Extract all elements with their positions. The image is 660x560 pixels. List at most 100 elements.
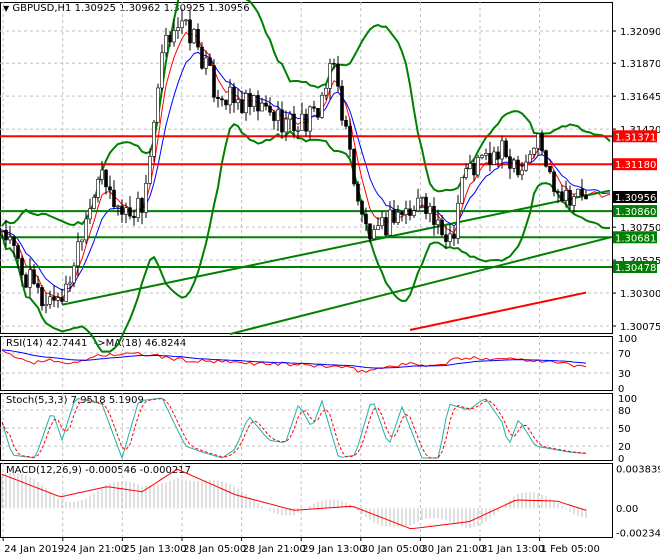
candle-body	[552, 171, 556, 192]
candle-body	[292, 113, 296, 132]
level-label: 1.30478	[615, 263, 656, 274]
chart-window: ▼ GBPUSD,H1 1.30925 1.30962 1.30925 1.30…	[0, 0, 660, 560]
candle-body	[104, 169, 108, 188]
candle-body	[244, 93, 248, 114]
candle-body	[36, 283, 40, 288]
candle-body	[392, 209, 396, 223]
price-chart[interactable]: 24 Jan 2019 24 Jan 21:0025 Jan 13:0028 Ja…	[0, 0, 660, 560]
stoch-tick-label: 100	[618, 394, 637, 405]
candle-body	[296, 130, 300, 132]
candle-body	[576, 188, 580, 197]
current-price-label: 1.30956	[615, 193, 656, 204]
candle-body	[496, 151, 500, 160]
candle-body	[60, 297, 64, 302]
candle-body	[208, 57, 212, 66]
candle-body	[152, 121, 156, 157]
candle-body	[4, 229, 8, 241]
candle-body	[128, 207, 132, 217]
candle-body	[204, 57, 208, 69]
candle-body	[548, 166, 552, 173]
candle-body	[460, 177, 464, 204]
candle-body	[480, 155, 484, 158]
candle-body	[456, 202, 460, 239]
x-tick-label: 24 Jan 2019	[4, 544, 64, 555]
candle-body	[448, 233, 452, 242]
candle-body	[232, 86, 236, 104]
candle-body	[584, 195, 588, 200]
candle-body	[160, 52, 164, 89]
candle-body	[168, 34, 172, 43]
candle-body	[304, 113, 308, 132]
candle-body	[400, 211, 404, 215]
candle-body	[580, 188, 584, 196]
candle-body	[264, 102, 268, 107]
candle-body	[124, 207, 128, 215]
candle-body	[360, 200, 364, 215]
candle-body	[180, 20, 184, 29]
candle-body	[224, 99, 228, 106]
x-tick-label: 30 Jan 05:00	[362, 544, 425, 555]
price-tick-label: 1.30075	[620, 322, 660, 333]
candle-body	[148, 156, 152, 184]
candle-body	[320, 94, 324, 118]
candle-body	[84, 218, 88, 241]
candle-body	[408, 208, 412, 216]
candle-body	[396, 211, 400, 223]
candle-body	[524, 161, 528, 171]
candle-body	[88, 208, 92, 220]
candle-body	[20, 258, 24, 276]
candle-body	[220, 98, 224, 101]
rsi-tick-label: 100	[618, 334, 637, 345]
candle-body	[48, 296, 52, 305]
price-tick-label: 1.32090	[620, 27, 660, 38]
candle-body	[452, 233, 456, 239]
candle-body	[364, 213, 368, 225]
candle-body	[256, 95, 260, 112]
candle-body	[468, 163, 472, 169]
candle-body	[240, 99, 244, 114]
candle-body	[536, 133, 540, 149]
candle-body	[288, 113, 292, 120]
x-tick-label: 30 Jan 21:00	[421, 544, 484, 555]
candle-body	[44, 303, 48, 307]
candle-body	[248, 93, 252, 108]
candle-body	[572, 196, 576, 206]
candle-body	[56, 297, 60, 301]
x-tick-label: 29 Jan 13:00	[302, 544, 365, 555]
candle-body	[420, 196, 424, 199]
ma-long	[409, 291, 587, 331]
candle-body	[272, 111, 276, 121]
candle-body	[16, 245, 20, 259]
candle-body	[528, 154, 532, 163]
candle-body	[68, 282, 72, 285]
level-label: 1.30681	[615, 233, 656, 244]
candle-body	[380, 217, 384, 227]
x-tick-label: 28 Jan 21:00	[243, 544, 306, 555]
candle-body	[324, 87, 328, 96]
candle-body	[276, 109, 280, 121]
candle-body	[532, 147, 536, 155]
candle-body	[348, 125, 352, 150]
candle-body	[64, 283, 68, 302]
x-tick-label: 28 Jan 05:00	[183, 544, 246, 555]
candle-body	[484, 153, 488, 156]
stoch-tick-label: 50	[618, 424, 631, 435]
candle-body	[228, 86, 232, 106]
candle-body	[140, 198, 144, 213]
candle-body	[372, 229, 376, 240]
candle-body	[352, 149, 356, 185]
candle-body	[568, 189, 572, 206]
x-tick-label: 31 Jan 13:00	[481, 544, 544, 555]
candle-body	[544, 150, 548, 167]
candle-body	[300, 113, 304, 131]
candle-body	[424, 196, 428, 214]
candle-body	[280, 109, 284, 133]
candle-body	[332, 63, 336, 65]
candle-body	[200, 46, 204, 69]
candle-body	[52, 296, 56, 301]
price-tick-label: 1.30300	[620, 289, 660, 300]
x-tick-label: 1 Feb 05:00	[541, 544, 600, 555]
candle-body	[432, 205, 436, 225]
candle-body	[556, 191, 560, 193]
stoch-tick-label: 80	[618, 406, 631, 417]
